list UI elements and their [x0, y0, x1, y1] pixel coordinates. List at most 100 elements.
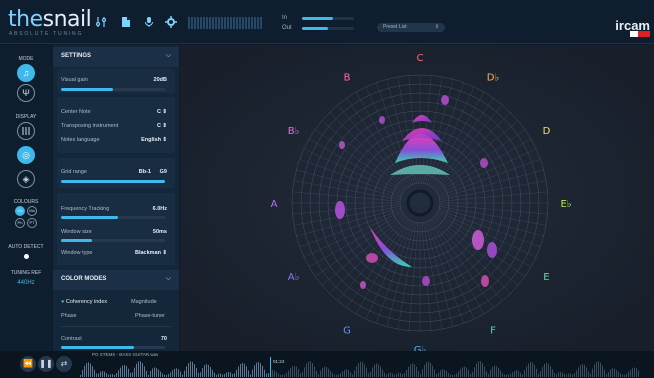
waveform-bar: [116, 372, 117, 377]
waveform-bar: [570, 373, 571, 377]
gear-icon[interactable]: [165, 16, 177, 28]
colour-magnitude-button[interactable]: Ma: [27, 206, 37, 216]
waveform-bar: [120, 367, 121, 377]
waveform-bar: [620, 373, 621, 377]
waveform-bar: [490, 369, 491, 377]
waveform-bar: [478, 361, 479, 377]
waveform-bar: [576, 370, 577, 377]
waveform-bar: [374, 364, 375, 377]
waveform-bar: [180, 371, 181, 377]
output-level-bar[interactable]: [302, 27, 354, 30]
waveform-bar: [224, 374, 225, 377]
rewind-icon[interactable]: ⏪: [20, 356, 36, 372]
waveform-bar: [98, 373, 99, 377]
waveform-bar: [552, 369, 553, 377]
visual-gain-slider[interactable]: [61, 88, 165, 91]
spiral-display[interactable]: C D♭ D E♭ E F G♭ G A♭ A B♭ B: [180, 45, 654, 356]
waveform-bar: [318, 374, 319, 377]
waveform-bar: [528, 363, 529, 377]
note-label: C: [417, 53, 424, 64]
waveform-bar: [186, 366, 187, 377]
color-mode-magnitude[interactable]: Magnitude: [131, 299, 157, 305]
waveform-bar: [564, 373, 565, 377]
contrast-slider[interactable]: [61, 346, 165, 349]
tuning-ref-label: TUNING REF: [10, 270, 42, 276]
playhead[interactable]: [270, 357, 271, 377]
sliders-icon[interactable]: [95, 16, 107, 28]
transposing-row[interactable]: Transposing instrument C ⇕: [61, 123, 171, 129]
waveform-bar: [358, 363, 359, 377]
level-meter: [188, 17, 262, 29]
window-type-row[interactable]: Window type Blackman ⇕: [61, 250, 171, 256]
waveform-bar: [450, 374, 451, 377]
waveform-bar: [414, 364, 415, 377]
loop-icon[interactable]: ⇄: [56, 356, 72, 372]
brand-flag: [630, 31, 650, 37]
waveform-bar: [408, 366, 409, 377]
waveform-bar: [634, 367, 635, 377]
waveform-bar: [482, 363, 483, 377]
frequency-tracking-slider[interactable]: [61, 216, 165, 219]
waveform-bar: [296, 366, 297, 377]
microphone-icon[interactable]: [143, 16, 155, 28]
waveform-bar: [526, 366, 527, 377]
color-mode-options: ● Coherency index Magnitude: [61, 299, 171, 305]
waveform-bar: [130, 372, 131, 377]
notes-language-row[interactable]: Notes language English ⇕: [61, 137, 171, 143]
waveform-bar: [284, 374, 285, 377]
preset-dropdown[interactable]: Preset List ⇕: [377, 23, 445, 32]
waveform-bar: [392, 373, 393, 377]
waveform-bar: [248, 370, 249, 377]
music-note-icon[interactable]: ♫: [17, 64, 35, 82]
waveform-bar: [426, 362, 427, 377]
waveform-bar: [112, 374, 113, 377]
waveform-bar: [630, 369, 631, 377]
waveform-bar: [324, 366, 325, 377]
window-size-slider[interactable]: [61, 239, 165, 242]
center-note-row[interactable]: Center Note C ⇕: [61, 109, 171, 115]
colour-phase-button[interactable]: Ph: [15, 218, 25, 228]
waveform-bar: [440, 370, 441, 377]
waveform-bar: [238, 366, 239, 377]
waveform-bar: [412, 363, 413, 377]
tuning-ref-value[interactable]: 440Hz: [0, 280, 52, 286]
spiral-icon[interactable]: ◎: [17, 146, 35, 164]
waveform[interactable]: [80, 359, 650, 377]
tuning-fork-icon[interactable]: Ψ: [17, 84, 35, 102]
color-mode-coherency-label[interactable]: Coherency index: [66, 299, 107, 305]
waveform-bar: [512, 372, 513, 377]
divider: [61, 326, 171, 327]
settings-header[interactable]: SETTINGS ⌵: [53, 47, 179, 67]
color-mode-phase-tuner[interactable]: Phase-tuner: [135, 313, 165, 319]
waveform-bar: [346, 369, 347, 377]
waveform-bar: [272, 370, 273, 377]
waveform-bar: [246, 366, 247, 377]
colour-coherency-button[interactable]: Co: [15, 206, 25, 216]
document-icon[interactable]: [120, 16, 132, 28]
waveform-bar: [262, 365, 263, 377]
waveform-bar: [212, 369, 213, 377]
waveform-bar: [584, 364, 585, 377]
waveform-bar: [344, 369, 345, 377]
tuner-icon[interactable]: ◈: [17, 170, 35, 188]
color-modes-header[interactable]: COLOR MODES ⌵: [53, 270, 179, 290]
color-mode-phase[interactable]: Phase: [61, 313, 77, 319]
timecode: 01:24: [273, 359, 285, 364]
note-label: D♭: [487, 73, 500, 84]
colour-phase-tuner-button[interactable]: PT: [27, 218, 37, 228]
piano-icon[interactable]: [17, 122, 35, 140]
waveform-bar: [614, 368, 615, 377]
waveform-bar: [92, 366, 93, 377]
waveform-bar: [326, 367, 327, 377]
waveform-bar: [166, 374, 167, 377]
waveform-bar: [436, 373, 437, 377]
input-level-bar[interactable]: [302, 17, 354, 20]
auto-detect-toggle[interactable]: [24, 254, 29, 259]
mode-rail: MODE ♫ Ψ DISPLAY ◎ ◈ COLOURS Co Ma Ph PT…: [0, 45, 52, 351]
grid-range-slider[interactable]: [61, 180, 165, 183]
pause-icon[interactable]: ❚❚: [38, 356, 54, 372]
waveform-bar: [592, 368, 593, 377]
waveform-bar: [118, 370, 119, 377]
waveform-bar: [300, 373, 301, 377]
waveform-bar: [310, 361, 311, 377]
